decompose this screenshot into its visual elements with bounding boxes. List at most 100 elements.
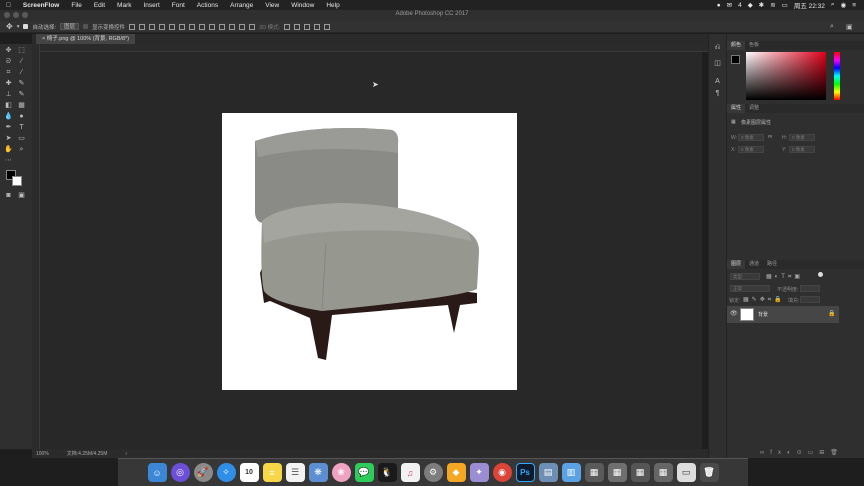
- tab-adjustments[interactable]: 调整: [745, 104, 763, 113]
- character-panel-icon[interactable]: A: [713, 78, 722, 86]
- auto-select-checkbox[interactable]: [23, 24, 29, 29]
- crop-tool-icon[interactable]: ⌗: [4, 69, 13, 77]
- align-bottom-icon[interactable]: [149, 23, 156, 30]
- blend-mode-dropdown[interactable]: 正常: [730, 285, 770, 292]
- safari-icon[interactable]: ✧: [216, 463, 236, 482]
- dodge-tool-icon[interactable]: ●: [17, 113, 26, 121]
- tool-preset-dropdown[interactable]: ▾: [17, 24, 20, 30]
- vertical-ruler[interactable]: [32, 44, 40, 449]
- 3d-roll-icon[interactable]: [294, 23, 301, 30]
- preview-icon[interactable]: ▤: [538, 463, 558, 482]
- wifi-icon[interactable]: ≋: [770, 1, 775, 9]
- align-middle-icon[interactable]: [139, 23, 146, 30]
- tab-properties[interactable]: 属性: [727, 104, 746, 113]
- distribute-right-icon[interactable]: [239, 23, 246, 30]
- menu-app-name[interactable]: ScreenFlow: [17, 2, 65, 9]
- zoom-tool-icon[interactable]: ⌕: [17, 146, 26, 154]
- align-top-icon[interactable]: [129, 23, 136, 30]
- brush-tool-icon[interactable]: ✎: [17, 80, 26, 88]
- w-field[interactable]: 0 像素: [738, 134, 764, 141]
- menu-edit[interactable]: Edit: [88, 2, 111, 9]
- wechat-icon[interactable]: 💬: [354, 463, 374, 482]
- document-canvas[interactable]: [222, 113, 517, 390]
- distribute-bottom-icon[interactable]: [209, 23, 216, 30]
- 3d-scale-icon[interactable]: [324, 23, 331, 30]
- move-tool-icon[interactable]: ✥: [6, 22, 13, 31]
- distribute-middle-icon[interactable]: [199, 23, 206, 30]
- status-menu-icon[interactable]: ›: [125, 451, 127, 457]
- align-center-icon[interactable]: [169, 23, 176, 30]
- menu-font[interactable]: Font: [166, 2, 191, 9]
- auto-align-icon[interactable]: [249, 23, 256, 30]
- filter-toggle-icon[interactable]: [818, 272, 823, 277]
- distribute-top-icon[interactable]: [189, 23, 196, 30]
- menu-help[interactable]: Help: [320, 2, 345, 9]
- edit-toolbar-icon[interactable]: ⋯: [4, 157, 13, 165]
- itunes-icon[interactable]: ♫: [400, 463, 420, 482]
- horizontal-ruler[interactable]: [32, 44, 708, 52]
- notification-center-icon[interactable]: ≡: [852, 2, 856, 9]
- 3d-rotate-icon[interactable]: [284, 23, 291, 30]
- lock-options-icons[interactable]: ▦✎✥⌗🔒: [743, 296, 785, 304]
- menu-arrange[interactable]: Arrange: [224, 2, 259, 9]
- fill-field[interactable]: [800, 296, 820, 303]
- screen-record-icon[interactable]: ●: [717, 2, 721, 9]
- wechat-status-icon[interactable]: ✉: [727, 1, 732, 9]
- align-left-icon[interactable]: [159, 23, 166, 30]
- type-tool-icon[interactable]: T: [17, 124, 26, 132]
- lasso-tool-icon[interactable]: ᘐ: [4, 58, 13, 66]
- color-picker-field[interactable]: [746, 52, 826, 100]
- chrome-icon[interactable]: ◉: [492, 463, 512, 482]
- layer-lock-icon[interactable]: 🔒: [828, 310, 835, 317]
- finder-icon[interactable]: ☺: [147, 463, 167, 482]
- menu-actions[interactable]: Actions: [191, 2, 224, 9]
- h-field[interactable]: 0 像素: [789, 134, 815, 141]
- document-size[interactable]: 文档:4.25M/4.25M: [67, 450, 108, 457]
- move-tool-icon[interactable]: ✥: [4, 47, 13, 55]
- menu-view[interactable]: View: [259, 2, 285, 9]
- history-panel-icon[interactable]: ⎌: [713, 44, 722, 52]
- screen-mode-icon[interactable]: ▣: [17, 192, 26, 200]
- layer-filter-dropdown[interactable]: 类型: [730, 273, 760, 280]
- trash-icon[interactable]: 🗑: [699, 463, 719, 482]
- workspace-icon[interactable]: ▣: [846, 23, 853, 31]
- bluetooth-icon[interactable]: ✱: [759, 1, 764, 9]
- layer-visibility-icon[interactable]: 👁: [730, 310, 738, 317]
- notes-icon[interactable]: ≡: [262, 463, 282, 482]
- downloads-icon[interactable]: ▥: [561, 463, 581, 482]
- user-icon[interactable]: ◉: [841, 1, 847, 9]
- color-panel-foreground[interactable]: [731, 55, 740, 64]
- auto-select-dropdown[interactable]: 图层: [60, 23, 80, 30]
- clone-stamp-tool-icon[interactable]: ⊥: [4, 91, 13, 99]
- photoshop-icon[interactable]: Ps: [515, 463, 535, 482]
- sketch-icon[interactable]: ◆: [446, 463, 466, 482]
- distribute-center-icon[interactable]: [229, 23, 236, 30]
- eraser-tool-icon[interactable]: ◧: [4, 102, 13, 110]
- menu-file[interactable]: File: [65, 2, 87, 9]
- opacity-field[interactable]: [800, 285, 820, 292]
- background-color-swatch[interactable]: [12, 176, 22, 186]
- qq-icon[interactable]: 🐧: [377, 463, 397, 482]
- hand-tool-icon[interactable]: ✋: [4, 146, 13, 154]
- distribute-left-icon[interactable]: [219, 23, 226, 30]
- apple-menu-icon[interactable]: : [0, 2, 17, 9]
- blur-tool-icon[interactable]: 💧: [4, 113, 13, 121]
- menu-window[interactable]: Window: [285, 2, 320, 9]
- gradient-tool-icon[interactable]: ▦: [17, 102, 26, 110]
- layer-name[interactable]: 背景: [758, 311, 768, 318]
- paragraph-panel-icon[interactable]: ¶: [713, 90, 722, 98]
- align-right-icon[interactable]: [179, 23, 186, 30]
- show-transform-checkbox[interactable]: [83, 24, 89, 29]
- menu-mark[interactable]: Mark: [111, 2, 137, 9]
- tab-close-icon[interactable]: ×: [42, 36, 45, 42]
- photos-icon[interactable]: ❋: [308, 463, 328, 482]
- folder-stack-2-icon[interactable]: ▦: [653, 463, 673, 482]
- link-icon[interactable]: ∞: [768, 134, 772, 140]
- tab-layers[interactable]: 图层: [727, 260, 746, 269]
- quick-select-tool-icon[interactable]: ⁄: [17, 58, 26, 66]
- layer-filter-icons[interactable]: ▦◐T⌗▣: [766, 273, 803, 281]
- path-select-tool-icon[interactable]: ➤: [4, 135, 13, 143]
- y-field[interactable]: 0 像素: [789, 146, 815, 153]
- 3d-pan-icon[interactable]: [304, 23, 311, 30]
- screenshots-2-icon[interactable]: ▦: [607, 463, 627, 482]
